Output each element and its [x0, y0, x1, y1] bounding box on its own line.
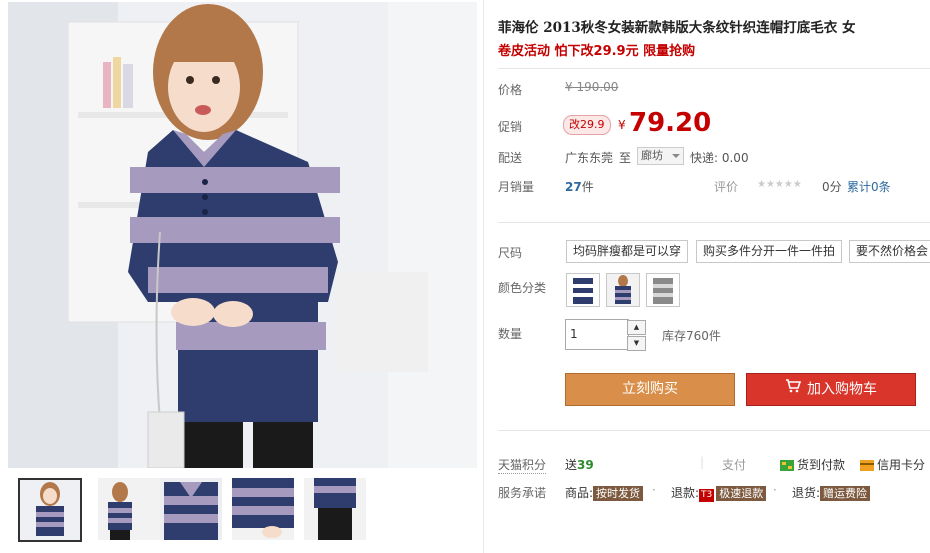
points-number: 39 [577, 458, 594, 472]
column-divider [483, 0, 484, 553]
color-label: 颜色分类 [498, 281, 547, 295]
quantity-input[interactable]: 1 [565, 319, 629, 350]
color-option-gray[interactable] [646, 273, 680, 307]
thumbnail-5[interactable] [304, 478, 366, 540]
current-price: 79.20 [629, 108, 712, 138]
add-cart-label: 加入购物车 [807, 381, 877, 398]
thumbnail-strip [14, 478, 484, 548]
tmall-points-label[interactable]: 天猫积分 [498, 456, 547, 474]
cod-label: 货到付款 [797, 458, 846, 472]
cod-icon [780, 460, 794, 471]
goods-label: 商品: [565, 486, 594, 500]
info-separator [498, 222, 930, 223]
return-tag[interactable]: 赠运费险 [820, 486, 871, 501]
title-separator [498, 68, 930, 69]
t3-badge: T3 [699, 489, 715, 502]
thumbnail-2[interactable] [98, 478, 160, 540]
credit-option: 信用卡分 [860, 456, 925, 473]
price-label: 价格 [498, 83, 523, 97]
product-title: 菲海伦 2013秋冬女装新款韩版大条纹针织连帽打底毛衣 女 [498, 20, 856, 36]
dot-sep-1: · [652, 483, 656, 497]
promo-badge: 改29.9 [563, 115, 611, 135]
add-to-cart-button[interactable]: 加入购物车 [746, 373, 916, 406]
thumbnail-1[interactable] [18, 478, 82, 542]
sales-count: 27 [565, 180, 582, 194]
destination-select[interactable]: 廊坊 [637, 147, 684, 165]
dot-sep-2: · [773, 483, 777, 497]
original-price: ¥ 190.00 [565, 80, 619, 94]
service-divider: | [700, 455, 705, 469]
size-option-2[interactable]: 购买多件分开一件一件拍 [696, 240, 843, 263]
payment-label: 支付 [722, 458, 747, 472]
goods-promise: 商品: 按时发货 [565, 484, 644, 501]
goods-tag[interactable]: 按时发货 [593, 486, 644, 501]
refund-tag[interactable]: 极速退款 [716, 486, 767, 501]
quantity-label: 数量 [498, 327, 523, 341]
buy-now-button[interactable]: 立刻购买 [565, 373, 735, 406]
thumbnail-4[interactable] [232, 478, 294, 540]
size-label: 尺码 [498, 246, 523, 260]
sales-unit: 件 [581, 180, 594, 194]
cod-option: 货到付款 [780, 456, 845, 473]
color-option-purple[interactable] [606, 273, 640, 307]
shipping-label: 配送 [498, 151, 523, 165]
points-value: 送39 [565, 456, 594, 473]
evaluation-label: 评价 [714, 180, 739, 194]
ship-to-text: 至 [619, 151, 632, 165]
return-label: 退货: [792, 486, 821, 500]
active-thumb-arrow [44, 478, 56, 479]
rating-score: 0分 [822, 180, 842, 194]
review-count-link[interactable]: 累计0条 [847, 178, 891, 195]
size-option-3[interactable]: 要不然价格会 [849, 240, 930, 263]
quantity-down-button[interactable]: ▼ [627, 336, 646, 351]
size-option-1[interactable]: 均码胖瘦都是可以穿 [566, 240, 689, 263]
thumbnail-3[interactable] [160, 478, 222, 540]
credit-label: 信用卡分 [877, 458, 926, 472]
service-separator [498, 430, 930, 431]
promo-label: 促销 [498, 120, 523, 134]
monthly-sales-label: 月销量 [498, 180, 535, 194]
main-product-image[interactable] [8, 2, 477, 468]
color-option-navy[interactable] [566, 273, 600, 307]
monthly-sales: 27件 [565, 178, 594, 195]
currency-symbol: ¥ [618, 118, 626, 132]
ship-from: 广东东莞 [565, 151, 614, 165]
quantity-up-button[interactable]: ▲ [627, 320, 646, 335]
promise-label: 服务承诺 [498, 486, 547, 500]
refund-label: 退款: [671, 486, 700, 500]
cart-icon [785, 374, 802, 405]
credit-card-icon [860, 460, 874, 471]
express-fee: 快递: 0.00 [690, 151, 749, 165]
return-promise: 退货: 赠运费险 [792, 484, 871, 501]
product-subtitle: 卷皮活动 怕下改29.9元 限量抢购 [498, 44, 696, 59]
stock-count: 库存760件 [662, 329, 721, 343]
points-prefix: 送 [565, 458, 578, 472]
chevron-down-icon [672, 154, 680, 158]
destination-value: 廊坊 [641, 149, 663, 162]
refund-promise: 退款: T3 极速退款 [671, 484, 767, 502]
rating-stars-icon: ★★★★★ [757, 179, 802, 190]
